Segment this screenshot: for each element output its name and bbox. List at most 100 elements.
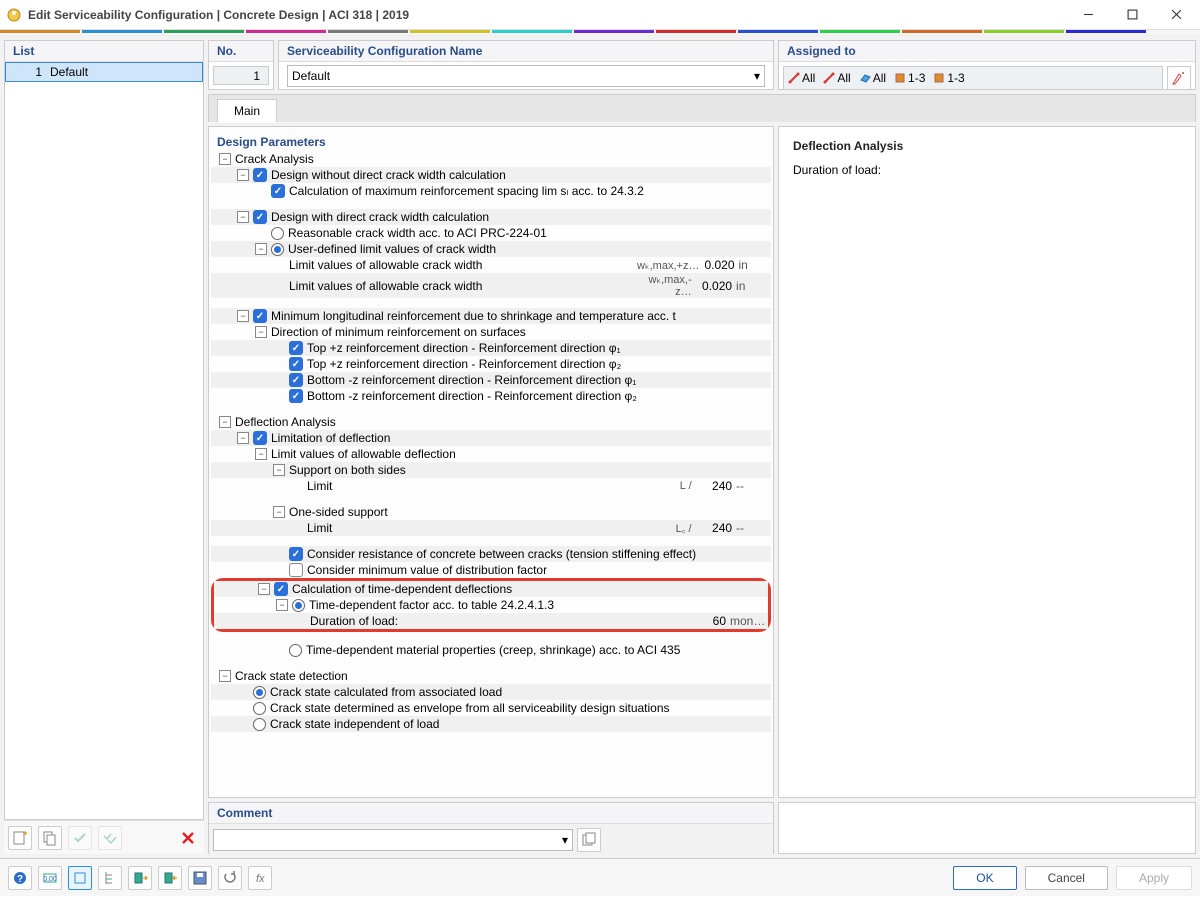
apply-button[interactable]: Apply — [1116, 866, 1192, 890]
function-button[interactable]: fx — [248, 866, 272, 890]
collapse-icon[interactable]: − — [237, 211, 249, 223]
checkbox[interactable] — [253, 431, 267, 445]
checkbox[interactable] — [253, 168, 267, 182]
checkbox[interactable] — [289, 373, 303, 387]
ok-button[interactable]: OK — [953, 866, 1016, 890]
checkbox[interactable] — [289, 389, 303, 403]
radio[interactable] — [271, 243, 284, 256]
checkbox[interactable] — [289, 563, 303, 577]
collapse-icon[interactable]: − — [219, 416, 231, 428]
title-bar: Edit Serviceability Configuration | Conc… — [0, 0, 1200, 30]
comment-input[interactable]: ▾ — [213, 829, 573, 851]
checkbox[interactable] — [289, 341, 303, 355]
collapse-icon[interactable]: − — [237, 169, 249, 181]
list-toolbar: ✦ — [4, 820, 204, 854]
assigned-chip[interactable]: All — [859, 71, 886, 85]
check-all-button[interactable] — [98, 826, 122, 850]
name-value: Default — [292, 69, 330, 83]
checkbox[interactable] — [271, 184, 285, 198]
radio[interactable] — [253, 718, 266, 731]
help-button[interactable]: ? — [8, 866, 32, 890]
delete-button[interactable] — [176, 826, 200, 850]
val[interactable]: 0.020 — [701, 258, 735, 272]
view-button[interactable] — [68, 866, 92, 890]
pick-button[interactable] — [1167, 66, 1191, 90]
param-design-with: Design with direct crack width calculati… — [271, 210, 767, 224]
save-defaults-button[interactable] — [188, 866, 212, 890]
group-crack-analysis: Crack Analysis — [235, 152, 767, 166]
inspector-panel: Deflection Analysis Duration of load: — [778, 126, 1196, 798]
radio[interactable] — [292, 599, 305, 612]
collapse-icon[interactable]: − — [258, 583, 270, 595]
param-dir-min: Direction of minimum reinforcement on su… — [271, 325, 767, 339]
comment-library-button[interactable] — [577, 828, 601, 852]
chevron-down-icon: ▾ — [562, 833, 568, 847]
chevron-down-icon: ▾ — [754, 69, 760, 83]
unit: -- — [736, 521, 767, 535]
param-min-dist: Consider minimum value of distribution f… — [307, 563, 767, 577]
param-cs1: Crack state calculated from associated l… — [270, 685, 767, 699]
checkbox[interactable] — [289, 357, 303, 371]
radio[interactable] — [271, 227, 284, 240]
tab-main[interactable]: Main — [217, 99, 277, 123]
collapse-icon[interactable]: − — [219, 670, 231, 682]
cancel-button[interactable]: Cancel — [1025, 866, 1108, 890]
radio[interactable] — [289, 644, 302, 657]
checkbox[interactable] — [274, 582, 288, 596]
comment-header: Comment — [209, 803, 773, 824]
checkbox[interactable] — [289, 547, 303, 561]
checkbox[interactable] — [253, 210, 267, 224]
collapse-icon[interactable]: − — [276, 599, 288, 611]
collapse-icon[interactable]: − — [255, 243, 267, 255]
collapse-icon[interactable]: − — [219, 153, 231, 165]
assigned-chip[interactable]: All — [823, 71, 850, 85]
param-limit: Limit — [307, 479, 637, 493]
unit: in — [736, 279, 767, 293]
radio[interactable] — [253, 702, 266, 715]
val[interactable]: 0.020 — [696, 279, 732, 293]
svg-text:?: ? — [17, 874, 23, 885]
val-duration[interactable]: 60 — [691, 614, 726, 628]
copy-item-button[interactable] — [38, 826, 62, 850]
name-select[interactable]: Default ▾ — [287, 65, 765, 87]
units-button[interactable]: 0,00 — [38, 866, 62, 890]
val[interactable]: 240 — [696, 479, 732, 493]
radio[interactable] — [253, 686, 266, 699]
collapse-icon[interactable]: − — [255, 326, 267, 338]
list-item[interactable]: 1 Default — [5, 62, 203, 82]
highlighted-group: −Calculation of time-dependent deflectio… — [211, 578, 771, 632]
param-one-sided: One-sided support — [289, 505, 767, 519]
assigned-chip[interactable]: 1-3 — [894, 71, 925, 85]
param-top2: Top +z reinforcement direction - Reinfor… — [307, 357, 767, 371]
val[interactable]: 240 — [696, 521, 732, 535]
tree-button[interactable] — [98, 866, 122, 890]
param-lim-def: Limitation of deflection — [271, 431, 767, 445]
unit: in — [739, 258, 767, 272]
collapse-icon[interactable]: − — [237, 310, 249, 322]
collapse-icon[interactable]: − — [273, 506, 285, 518]
design-parameters-tree: Design Parameters −Crack Analysis −Desig… — [208, 126, 774, 798]
param-limit-crack-pos: Limit values of allowable crack width — [289, 258, 637, 272]
maximize-button[interactable] — [1114, 3, 1150, 27]
checkbox[interactable] — [253, 309, 267, 323]
param-cs3: Crack state independent of load — [270, 717, 767, 731]
sym: L꜀ / — [637, 521, 692, 536]
assigned-chips[interactable]: All All All 1-3 1-3 — [783, 66, 1163, 90]
group-crack-state: Crack state detection — [235, 669, 767, 683]
svg-text:0,00: 0,00 — [43, 876, 57, 883]
collapse-icon[interactable]: − — [255, 448, 267, 460]
export-button[interactable] — [158, 866, 182, 890]
assigned-chip[interactable]: All — [788, 71, 815, 85]
new-item-button[interactable]: ✦ — [8, 826, 32, 850]
collapse-icon[interactable]: − — [237, 432, 249, 444]
reset-button[interactable] — [218, 866, 242, 890]
collapse-icon[interactable]: − — [273, 464, 285, 476]
sym: wₖ,max,-z… — [637, 273, 692, 298]
import-button[interactable] — [128, 866, 152, 890]
check-button[interactable] — [68, 826, 92, 850]
close-button[interactable] — [1158, 3, 1194, 27]
no-value[interactable]: 1 — [213, 66, 269, 85]
minimize-button[interactable] — [1070, 3, 1106, 27]
unit-duration[interactable]: mon… — [730, 614, 764, 628]
assigned-chip[interactable]: 1-3 — [933, 71, 964, 85]
